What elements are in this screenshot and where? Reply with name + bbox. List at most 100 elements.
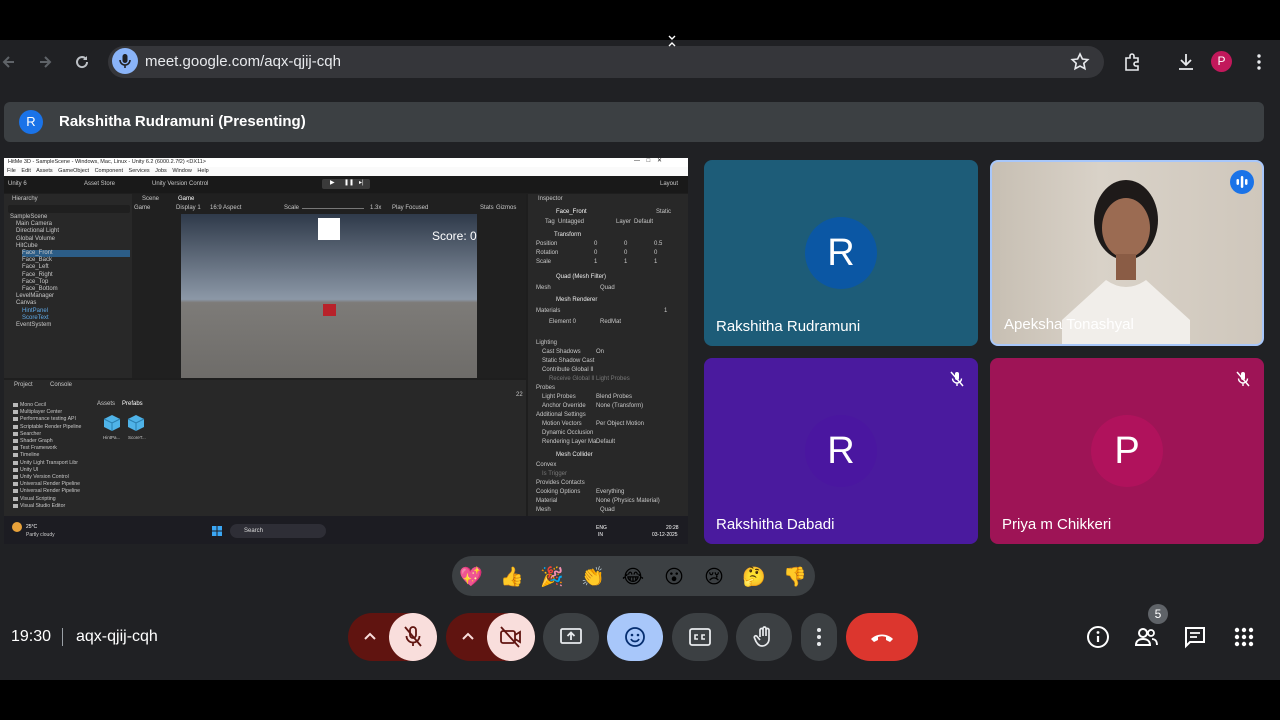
- hierarchy-item[interactable]: Global Volume: [16, 236, 55, 243]
- project-folder[interactable]: Shader Graph: [20, 438, 53, 445]
- materials-label[interactable]: Materials: [536, 308, 560, 315]
- transform-z-field[interactable]: 0.5: [654, 241, 662, 248]
- menu-jobs[interactable]: Jobs: [155, 168, 167, 174]
- back-icon[interactable]: [0, 52, 20, 72]
- camera-toggle-button[interactable]: [487, 613, 535, 661]
- layout-dropdown[interactable]: Layout: [660, 181, 678, 188]
- taskbar-search-text[interactable]: Search: [244, 528, 263, 535]
- project-folder[interactable]: Timeline: [20, 452, 39, 459]
- bookmark-star-icon[interactable]: [1069, 51, 1091, 73]
- project-folder[interactable]: Visual Scripting: [20, 496, 56, 503]
- receive-gi-dropdown[interactable]: Light Probes: [596, 376, 630, 383]
- leave-call-button[interactable]: [846, 613, 918, 661]
- menu-services[interactable]: Services: [129, 168, 150, 174]
- window-controls[interactable]: — □ ✕: [634, 158, 662, 165]
- hierarchy-item[interactable]: ScoreText: [22, 315, 49, 322]
- gizmos-button[interactable]: Gizmos: [496, 205, 516, 212]
- forward-icon[interactable]: [34, 52, 54, 72]
- mesh-renderer-header[interactable]: Mesh Renderer: [556, 297, 597, 304]
- activities-grid-icon[interactable]: [1231, 624, 1257, 650]
- transform-x-field[interactable]: 0: [594, 250, 597, 257]
- transform-x-field[interactable]: 0: [594, 241, 597, 248]
- cast-shadows-dropdown[interactable]: On: [596, 349, 604, 356]
- people-icon[interactable]: [1133, 624, 1159, 650]
- display-dropdown[interactable]: Display 1: [176, 205, 201, 212]
- inspector-tab[interactable]: Inspector: [538, 196, 563, 203]
- transform-z-field[interactable]: 0: [654, 250, 657, 257]
- mesh2-field[interactable]: Quad: [600, 507, 615, 514]
- transform-y-field[interactable]: 0: [624, 241, 627, 248]
- reaction-laughing[interactable]: 😂: [621, 565, 645, 589]
- material-field[interactable]: None (Physics Material): [596, 498, 660, 505]
- project-folder[interactable]: Visual Studio Editor: [20, 503, 65, 510]
- cooking-options-dropdown[interactable]: Everything: [596, 489, 624, 496]
- breadcrumb-prefabs[interactable]: Prefabs: [122, 401, 143, 408]
- element0-field[interactable]: RedMat: [600, 319, 621, 326]
- project-folder[interactable]: Universal Render Pipeline: [20, 481, 80, 488]
- menu-window[interactable]: Window: [172, 168, 192, 174]
- object-name[interactable]: Face_Front: [556, 209, 587, 216]
- hierarchy-item[interactable]: HintPanel: [22, 308, 48, 315]
- project-folder[interactable]: Multiplayer Center: [20, 409, 62, 416]
- asset-store-button[interactable]: Asset Store: [84, 181, 115, 188]
- present-screen-button[interactable]: [543, 613, 599, 661]
- menu-file[interactable]: File: [7, 168, 16, 174]
- asset-scoretext[interactable]: ScoreT...: [128, 434, 146, 441]
- hierarchy-tab[interactable]: Hierarchy: [12, 196, 38, 203]
- meeting-details-icon[interactable]: [1085, 624, 1111, 650]
- hierarchy-item[interactable]: Face_Back: [22, 257, 52, 264]
- profile-avatar[interactable]: P: [1211, 51, 1232, 72]
- hierarchy-item[interactable]: Canvas: [16, 300, 36, 307]
- reload-icon[interactable]: [72, 52, 92, 72]
- materials-count[interactable]: 1: [664, 308, 667, 315]
- lang-region[interactable]: IN: [598, 532, 603, 539]
- reaction-sparkling-heart[interactable]: 💖: [459, 565, 483, 589]
- raise-hand-button[interactable]: [736, 613, 792, 661]
- rendering-layer-dropdown[interactable]: Default: [596, 439, 615, 446]
- hierarchy-item[interactable]: LevelManager: [16, 293, 54, 300]
- reaction-clapping[interactable]: 👏: [581, 565, 605, 589]
- prefab-cube-icon[interactable]: [103, 414, 121, 432]
- reaction-thumbs-up[interactable]: 👍: [500, 565, 524, 589]
- reaction-thumbs-down[interactable]: 👎: [783, 565, 807, 589]
- hierarchy-search[interactable]: [8, 205, 130, 213]
- project-folder[interactable]: Unity UI: [20, 467, 38, 474]
- mic-in-use-icon[interactable]: [112, 48, 138, 74]
- project-folder[interactable]: Scriptable Render Pipeline: [20, 424, 81, 431]
- transform-z-field[interactable]: 1: [654, 259, 657, 266]
- mesh-filter-header[interactable]: Quad (Mesh Filter): [556, 274, 606, 281]
- menu-gameobject[interactable]: GameObject: [58, 168, 89, 174]
- menu-items[interactable]: File Edit Assets GameObject Component Se…: [7, 168, 209, 175]
- hierarchy-item[interactable]: Face_Front: [22, 250, 130, 257]
- project-folder[interactable]: Test Framework: [20, 445, 57, 452]
- tab-console[interactable]: Console: [50, 382, 72, 389]
- participant-tile[interactable]: R Rakshitha Rudramuni: [704, 160, 978, 346]
- additional-settings-label[interactable]: Additional Settings: [536, 412, 586, 419]
- reaction-surprised[interactable]: 😮: [662, 565, 686, 589]
- tab-scene[interactable]: Scene: [142, 196, 159, 203]
- account-dropdown[interactable]: Unity 6: [8, 181, 27, 188]
- transform-y-field[interactable]: 1: [624, 259, 627, 266]
- hierarchy-item[interactable]: Main Camera: [16, 221, 52, 228]
- chat-icon[interactable]: [1182, 624, 1208, 650]
- reaction-thinking[interactable]: 🤔: [742, 565, 766, 589]
- hierarchy-item[interactable]: EventSystem: [16, 322, 51, 329]
- download-icon[interactable]: [1175, 51, 1197, 73]
- menu-help[interactable]: Help: [197, 168, 208, 174]
- lighting-label[interactable]: Lighting: [536, 340, 557, 347]
- project-folder[interactable]: Mono Cecil: [20, 402, 46, 409]
- project-folder[interactable]: Universal Render Pipeline: [20, 488, 80, 495]
- prefab-cube-icon[interactable]: [127, 414, 145, 432]
- lang-primary[interactable]: ENG: [596, 525, 607, 532]
- probes-label[interactable]: Probes: [536, 385, 555, 392]
- captions-button[interactable]: [672, 613, 728, 661]
- extensions-icon[interactable]: [1121, 51, 1143, 73]
- hierarchy-item[interactable]: Face_Right: [22, 272, 53, 279]
- version-control-button[interactable]: Unity Version Control: [152, 181, 208, 188]
- meeting-code[interactable]: aqx-qjij-cqh: [76, 627, 158, 647]
- participant-tile[interactable]: P Priya m Chikkeri: [990, 358, 1264, 544]
- chevron-up-icon[interactable]: [362, 629, 378, 645]
- motion-vectors-dropdown[interactable]: Per Object Motion: [596, 421, 644, 428]
- transform-header[interactable]: Transform: [554, 232, 581, 239]
- participant-tile-video[interactable]: Apeksha Tonashyal: [990, 160, 1264, 346]
